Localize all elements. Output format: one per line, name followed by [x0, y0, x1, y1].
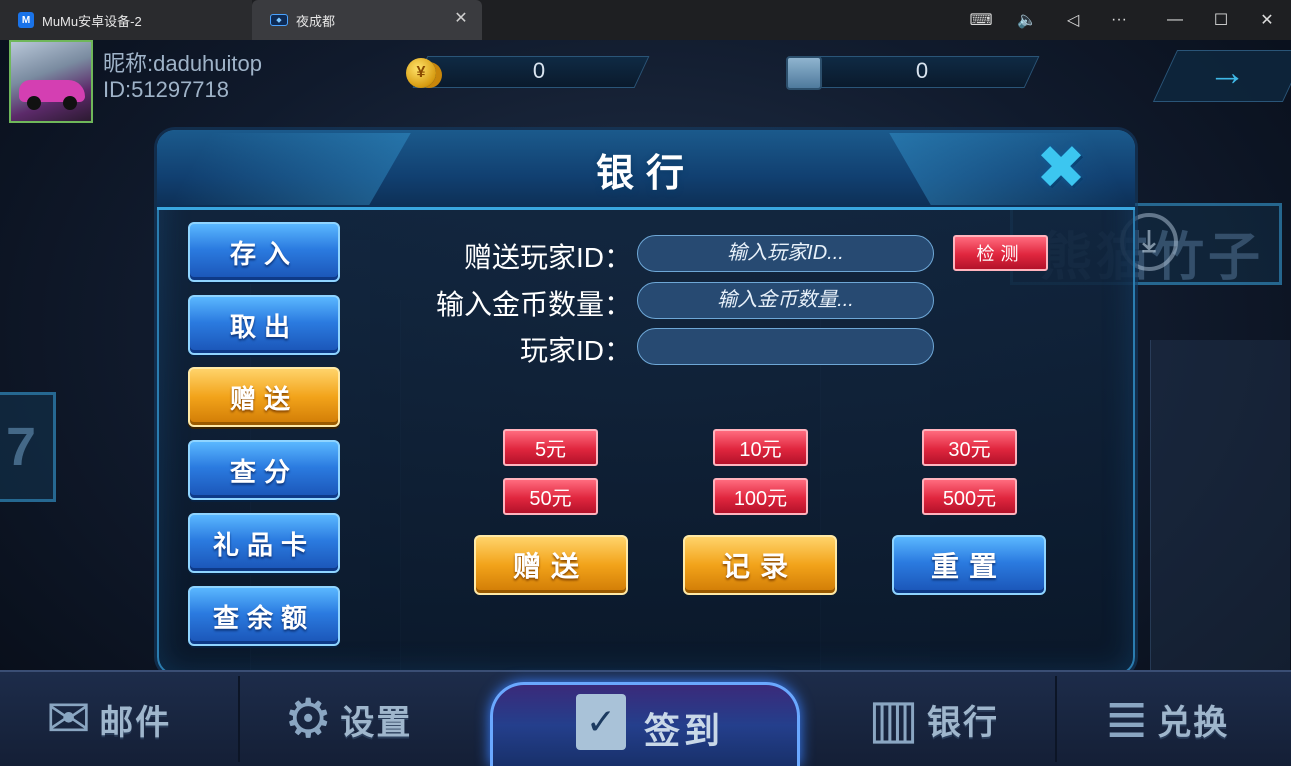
header-decoration — [889, 133, 1131, 205]
close-dialog-icon[interactable]: ✖ — [1030, 134, 1092, 201]
amount-5-button[interactable]: 5元 — [503, 429, 598, 466]
avatar-wheel — [27, 96, 41, 110]
mail-icon: ✉ — [46, 689, 92, 749]
dialog-title: 银行 — [595, 153, 696, 195]
bank-building-icon: ▥ — [868, 689, 920, 749]
menu-check-balance-button[interactable]: 查余额 — [188, 586, 340, 646]
menu-gift-button[interactable]: 赠送 — [188, 367, 340, 427]
gift-submit-button[interactable]: 赠送 — [474, 535, 628, 595]
nav-bank[interactable]: ▥ 银行 — [868, 682, 999, 756]
checkin-icon: ✓ — [576, 694, 626, 750]
arrow-right-icon: → — [1208, 52, 1246, 94]
close-window-icon[interactable]: ✕ — [1244, 0, 1290, 40]
diamond-balance: 0 — [915, 58, 929, 83]
tab-mumu-device[interactable]: M MuMu安卓设备-2 — [0, 0, 252, 40]
records-button[interactable]: 记录 — [683, 535, 837, 595]
recipient-id-input[interactable] — [637, 235, 934, 272]
amount-30-button[interactable]: 30元 — [922, 429, 1017, 466]
treasure-box-icon — [786, 56, 822, 90]
tab-label: 夜成都 — [296, 13, 336, 29]
nav-label: 银行 — [927, 703, 1000, 742]
nav-label: 兑换 — [1157, 703, 1230, 742]
coin-amount-label: 输入金币数量： — [435, 289, 632, 320]
coin-amount-input[interactable] — [637, 282, 934, 319]
nav-divider — [238, 676, 240, 762]
keyboard-icon[interactable]: ⌨ — [958, 0, 1004, 40]
nav-label: 设置 — [340, 703, 413, 742]
close-tab-icon[interactable]: ✕ — [452, 10, 470, 28]
gear-icon: ⚙ — [284, 689, 333, 749]
check-player-button[interactable]: 检测 — [953, 235, 1048, 271]
amount-50-button[interactable]: 50元 — [503, 478, 598, 515]
minimize-icon[interactable]: — — [1152, 0, 1198, 40]
player-id-result-label: 玩家ID： — [519, 335, 632, 366]
tab-label: MuMu安卓设备-2 — [42, 13, 142, 29]
back-icon[interactable]: ◁ — [1050, 0, 1096, 40]
menu-deposit-button[interactable]: 存入 — [188, 222, 340, 282]
reset-button[interactable]: 重置 — [892, 535, 1046, 595]
background-building — [1150, 340, 1290, 700]
gold-coin-icon: ¥ — [398, 55, 444, 91]
mumu-app-icon: M — [18, 12, 34, 28]
nav-label: 签到 — [644, 710, 725, 751]
game-app-icon: ◆ — [270, 14, 288, 26]
amount-100-button[interactable]: 100元 — [713, 478, 808, 515]
player-nickname: 昵称:daduhuitop — [103, 51, 262, 76]
window-titlebar: M MuMu安卓设备-2 ◆ 夜成都 ✕ ⌨ 🔈 ◁ ··· — ☐ ✕ — [0, 0, 1291, 40]
nav-settings[interactable]: ⚙ 设置 — [284, 682, 412, 756]
maximize-icon[interactable]: ☐ — [1198, 0, 1244, 40]
header-decoration — [169, 133, 411, 205]
tab-game[interactable]: ◆ 夜成都 ✕ — [252, 0, 482, 40]
menu-query-score-button[interactable]: 查分 — [188, 440, 340, 500]
coin-stack-icon: ≣ — [1104, 689, 1150, 749]
amount-10-button[interactable]: 10元 — [713, 429, 808, 466]
avatar-wheel — [63, 96, 77, 110]
nav-exchange[interactable]: ≣ 兑换 — [1104, 682, 1229, 756]
volume-icon[interactable]: 🔈 — [1004, 0, 1050, 40]
nav-mail[interactable]: ✉ 邮件 — [46, 682, 171, 756]
menu-gift-card-button[interactable]: 礼品卡 — [188, 513, 340, 573]
player-id-result-field — [637, 328, 934, 365]
background-neon-sign: 7 — [0, 392, 56, 502]
menu-withdraw-button[interactable]: 取出 — [188, 295, 340, 355]
avatar[interactable] — [9, 40, 93, 123]
recipient-id-label: 赠送玩家ID： — [463, 242, 632, 273]
nav-label: 邮件 — [99, 703, 172, 742]
more-icon[interactable]: ··· — [1096, 0, 1142, 40]
amount-500-button[interactable]: 500元 — [922, 478, 1017, 515]
player-id: ID:51297718 — [103, 77, 229, 102]
gold-balance: 0 — [532, 58, 546, 83]
nav-divider — [1055, 676, 1057, 762]
